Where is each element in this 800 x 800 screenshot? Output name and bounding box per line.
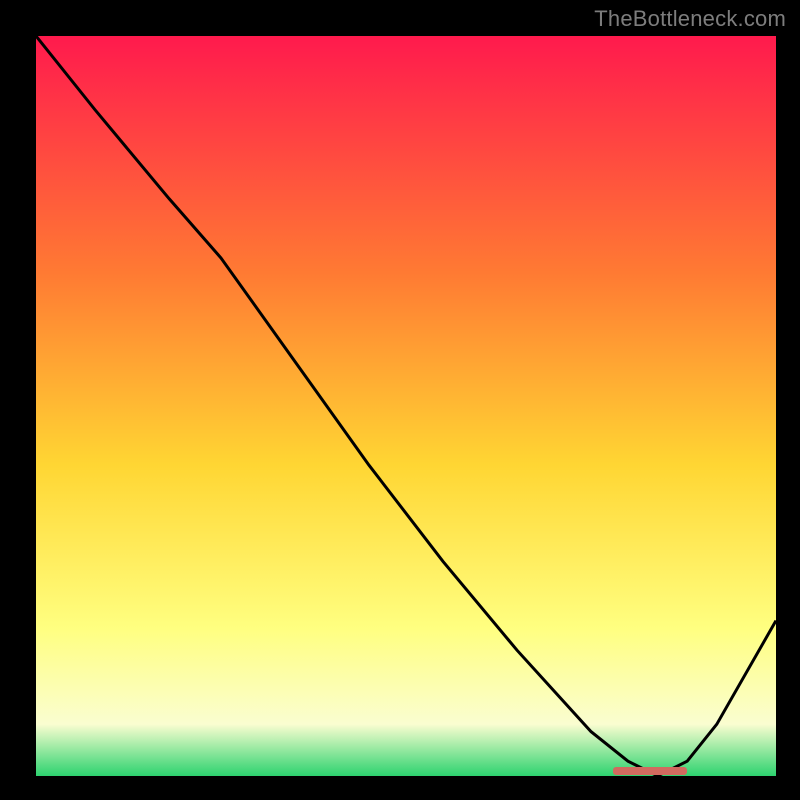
minimum-marker [613,767,687,775]
chart-root: TheBottleneck.com [0,0,800,800]
plot-svg [36,36,776,776]
attribution-watermark: TheBottleneck.com [594,6,786,32]
plot-area [36,36,776,776]
gradient-background [36,36,776,776]
